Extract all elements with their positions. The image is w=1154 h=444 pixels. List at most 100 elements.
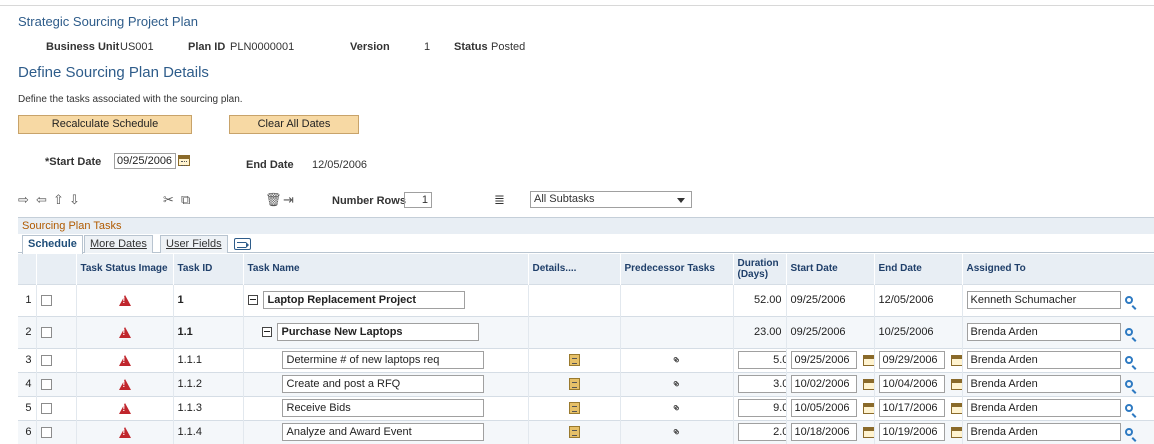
recalculate-schedule-button[interactable]: Recalculate Schedule: [18, 115, 192, 134]
add-subtask-icon[interactable]: ≣: [494, 193, 505, 206]
predecessor-link-icon[interactable]: ⚭: [668, 375, 685, 392]
business-unit-label: Business Unit: [46, 41, 120, 53]
task-name-field[interactable]: Create and post a RFQ: [281, 375, 484, 393]
start-date-field[interactable]: 10/05/2006: [790, 399, 857, 417]
row-checkbox[interactable]: [40, 354, 52, 366]
row-checkbox[interactable]: [40, 294, 52, 306]
predecessor-cell: [620, 315, 734, 348]
number-rows-input[interactable]: 1: [404, 192, 432, 208]
insert-rows-icon[interactable]: ⇥: [283, 193, 294, 206]
plan-id-value: PLN0000001: [230, 41, 295, 53]
assigned-to-field[interactable]: Brenda Arden: [966, 375, 1121, 393]
calendar-icon[interactable]: [862, 402, 873, 414]
up-arrow-icon[interactable]: ⇧: [53, 193, 64, 206]
end-date-field[interactable]: 10/19/2006: [878, 423, 945, 442]
clear-all-dates-button[interactable]: Clear All Dates: [229, 115, 359, 134]
duration-field[interactable]: 5.00: [737, 351, 785, 369]
subtasks-select[interactable]: All Subtasks: [530, 191, 692, 208]
tab-user-fields[interactable]: User Fields: [160, 235, 228, 253]
end-date-cell: 09/29/2006: [874, 347, 963, 372]
start-date-value: 09/25/2006: [786, 283, 875, 316]
start-date-field[interactable]: 10/18/2006: [790, 423, 857, 442]
calendar-icon[interactable]: [950, 402, 961, 414]
end-date-field[interactable]: 10/17/2006: [878, 399, 945, 417]
cut-icon[interactable]: ✂: [163, 193, 174, 206]
task-id: 1: [173, 283, 244, 316]
calendar-icon[interactable]: [862, 378, 873, 390]
predecessor-link-icon[interactable]: ⚭: [668, 424, 685, 441]
calendar-icon[interactable]: [862, 426, 873, 438]
lookup-icon[interactable]: [1124, 328, 1133, 336]
end-date-label: End Date: [246, 159, 294, 171]
end-date-field[interactable]: 10/04/2006: [878, 375, 945, 393]
status-cell: [76, 347, 174, 372]
details-icon[interactable]: [568, 402, 580, 415]
first-arrow-icon[interactable]: ⇨: [18, 193, 29, 206]
lookup-icon[interactable]: [1124, 296, 1133, 304]
table-row: 3 1.1.1 Determine # of new laptops req ⚭…: [18, 347, 1154, 372]
grid-header-row: Task Status Image Task ID Task Name Deta…: [18, 254, 1154, 284]
calendar-icon[interactable]: [950, 426, 961, 438]
lookup-icon[interactable]: [1124, 356, 1133, 364]
calendar-icon[interactable]: [950, 354, 961, 366]
status-cell: [76, 315, 174, 348]
col-assigned-to: Assigned To: [962, 254, 1154, 284]
lookup-icon[interactable]: [1124, 380, 1133, 388]
predecessor-link-icon[interactable]: ⚭: [668, 351, 685, 368]
lookup-icon[interactable]: [1124, 404, 1133, 412]
assigned-to-field[interactable]: Brenda Arden: [966, 351, 1121, 369]
row-checkbox[interactable]: [40, 326, 52, 338]
collapse-icon[interactable]: [261, 327, 272, 337]
calendar-icon[interactable]: [862, 354, 873, 366]
start-date-field[interactable]: 09/25/2006: [790, 351, 857, 369]
row-checkbox[interactable]: [40, 426, 52, 438]
start-date-field[interactable]: 10/02/2006: [790, 375, 857, 393]
down-arrow-icon[interactable]: ⇩: [69, 193, 80, 206]
col-task-name: Task Name: [243, 254, 529, 284]
top-divider: [0, 5, 1154, 6]
task-name-field[interactable]: Determine # of new laptops req: [281, 351, 484, 369]
col-task-status-image: Task Status Image: [76, 254, 174, 284]
assigned-to-field[interactable]: Kenneth Schumacher: [966, 291, 1121, 309]
number-rows-label: Number Rows: [332, 195, 406, 207]
copy-icon[interactable]: ⧉: [181, 193, 190, 206]
lookup-icon[interactable]: [1124, 428, 1133, 437]
predecessor-cell: ⚭: [620, 371, 734, 396]
grid-title: Sourcing Plan Tasks: [22, 220, 122, 232]
show-all-columns-icon[interactable]: [234, 238, 251, 250]
row-number: 5: [18, 395, 37, 420]
details-icon[interactable]: [568, 354, 580, 367]
delete-icon[interactable]: 🗑: [265, 193, 282, 206]
previous-arrow-icon[interactable]: ⇦: [36, 193, 47, 206]
assigned-to-field[interactable]: Brenda Arden: [966, 323, 1121, 341]
assigned-to-field[interactable]: Brenda Arden: [966, 423, 1121, 442]
task-name-field[interactable]: Laptop Replacement Project: [262, 291, 465, 309]
row-checkbox[interactable]: [40, 402, 52, 414]
tab-more-dates[interactable]: More Dates: [84, 235, 153, 253]
task-name-field[interactable]: Receive Bids: [281, 399, 484, 417]
col-start-date: Start Date: [786, 254, 875, 284]
duration-field[interactable]: 2.00: [737, 423, 785, 442]
task-name-field[interactable]: Purchase New Laptops: [276, 323, 479, 341]
tab-schedule[interactable]: Schedule: [22, 235, 83, 254]
task-name-field[interactable]: Analyze and Award Event: [281, 423, 484, 442]
warning-icon: [118, 378, 131, 390]
duration-field[interactable]: 3.00: [737, 375, 785, 393]
calendar-icon[interactable]: [950, 378, 961, 390]
status-cell: [76, 395, 174, 420]
details-icon[interactable]: [568, 378, 580, 391]
predecessor-link-icon[interactable]: ⚭: [668, 399, 685, 416]
table-row: 6 1.1.4 Analyze and Award Event ⚭ 2.00 1…: [18, 419, 1154, 444]
calendar-icon[interactable]: [178, 155, 190, 166]
col-end-date: End Date: [874, 254, 963, 284]
duration-field[interactable]: 9.00: [737, 399, 785, 417]
details-cell: [528, 371, 621, 396]
assigned-to-field[interactable]: Brenda Arden: [966, 399, 1121, 417]
end-date-field[interactable]: 09/29/2006: [878, 351, 945, 369]
details-cell: [528, 395, 621, 420]
row-checkbox[interactable]: [40, 378, 52, 390]
start-date-input[interactable]: [114, 153, 176, 169]
details-icon[interactable]: [568, 426, 580, 439]
collapse-icon[interactable]: [247, 295, 258, 305]
row-select-cell: [36, 395, 77, 420]
